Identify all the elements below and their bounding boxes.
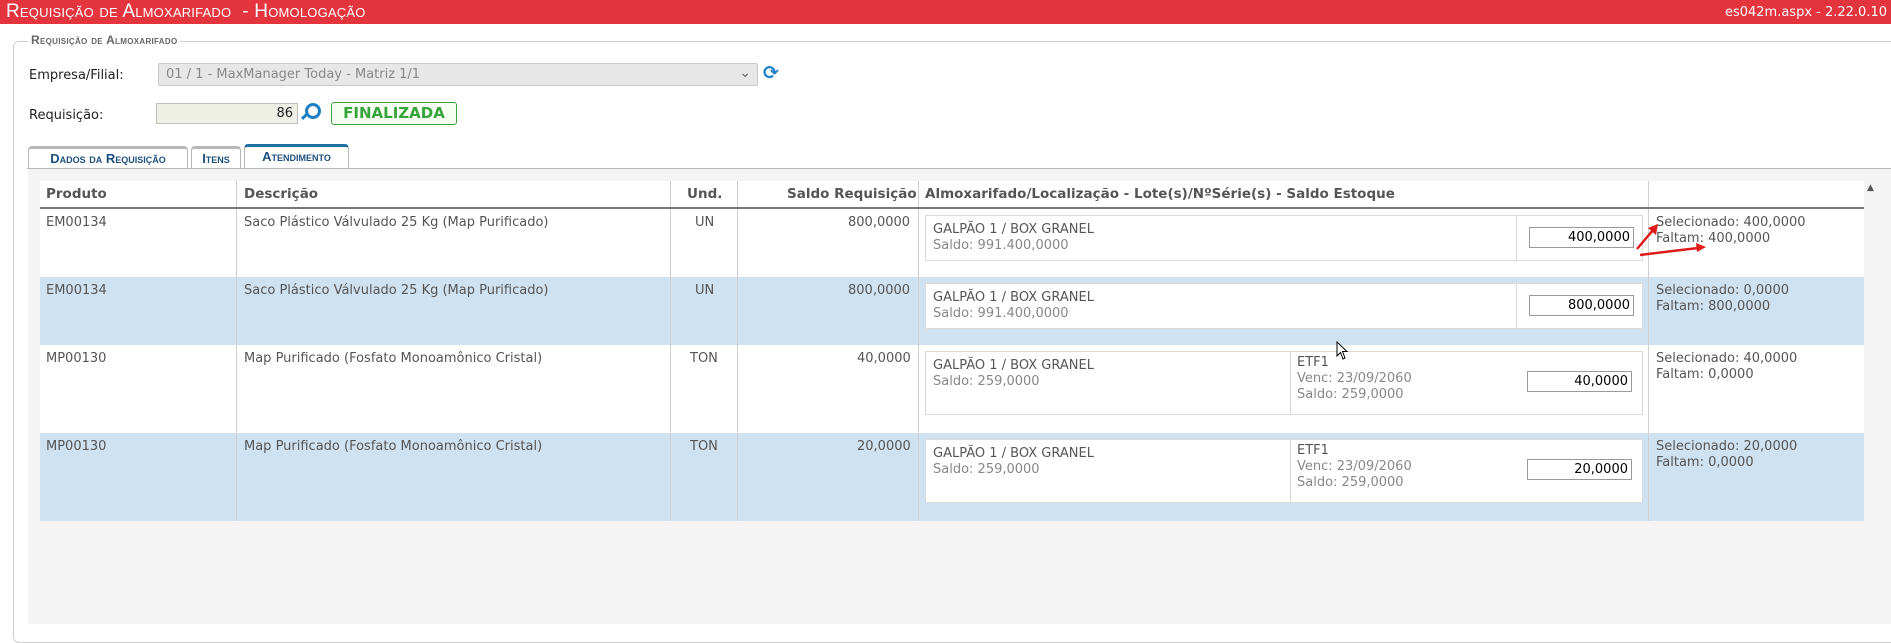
cell-und: TON <box>690 351 718 366</box>
location-saldo: Saldo: 991.400,0000 <box>933 306 1069 321</box>
location-box: GALPÃO 1 / BOX GRANEL Saldo: 991.400,000… <box>925 283 1643 329</box>
status-badge: FINALIZADA <box>331 102 457 125</box>
red-arrow-icon <box>1636 224 1706 257</box>
cell-descricao: Map Purificado (Fosfato Monoamônico Cris… <box>244 351 543 366</box>
cell-descricao: Saco Plástico Válvulado 25 Kg (Map Purif… <box>244 215 549 230</box>
header-descricao: Descrição <box>244 186 319 202</box>
lote-venc: Venc: 23/09/2060 <box>1297 459 1412 474</box>
table-row: MP00130 Map Purificado (Fosfato Monoamôn… <box>40 433 1864 521</box>
cell-und: TON <box>690 439 718 454</box>
scroll-up-icon[interactable]: ▲ <box>1867 183 1874 193</box>
title-bar: Requisição de Almoxarifado - Homologação… <box>0 0 1891 24</box>
cell-saldo: 40,0000 <box>857 351 911 366</box>
location-box: GALPÃO 1 / BOX GRANEL Saldo: 259,0000 ET… <box>925 351 1643 415</box>
tab-atendimento[interactable]: Atendimento <box>244 144 349 171</box>
cell-produto: MP00130 <box>46 351 107 366</box>
location-saldo: Saldo: 259,0000 <box>933 462 1040 477</box>
cell-saldo: 20,0000 <box>857 439 911 454</box>
cell-descricao: Map Purificado (Fosfato Monoamônico Cris… <box>244 439 543 454</box>
cell-produto: MP00130 <box>46 439 107 454</box>
table-header: Produto Descrição Und. Saldo Requisição … <box>40 181 1864 209</box>
selecionado-text: Selecionado: 40,0000 <box>1656 351 1798 366</box>
location-name: GALPÃO 1 / BOX GRANEL <box>933 290 1094 305</box>
window-title: Requisição de Almoxarifado - Homologação <box>6 1 366 22</box>
selecionado-text: Selecionado: 20,0000 <box>1656 439 1798 454</box>
faltam-text: Faltam: 0,0000 <box>1656 367 1754 382</box>
location-box: GALPÃO 1 / BOX GRANEL Saldo: 991.400,000… <box>925 215 1643 261</box>
location-saldo: Saldo: 991.400,0000 <box>933 238 1069 253</box>
chevron-down-icon: ⌄ <box>739 65 751 81</box>
quantity-input[interactable] <box>1527 459 1632 480</box>
location-name: GALPÃO 1 / BOX GRANEL <box>933 222 1094 237</box>
header-saldo: Saldo Requisição <box>787 186 917 202</box>
lote-saldo: Saldo: 259,0000 <box>1297 475 1404 490</box>
location-name: GALPÃO 1 / BOX GRANEL <box>933 446 1094 461</box>
vertical-scrollbar[interactable]: ▲ <box>1864 181 1878 624</box>
lote-info: ETF1 Venc: 23/09/2060 Saldo: 259,0000 <box>1297 443 1412 491</box>
cell-und: UN <box>695 215 715 230</box>
mouse-cursor-icon <box>1336 341 1349 360</box>
empresa-value: 01 / 1 - MaxManager Today - Matriz 1/1 <box>166 67 421 82</box>
lote-info: ETF1 Venc: 23/09/2060 Saldo: 259,0000 <box>1297 355 1412 403</box>
row-status: Selecionado: 40,0000 Faltam: 0,0000 <box>1656 351 1797 383</box>
location-saldo: Saldo: 259,0000 <box>933 374 1040 389</box>
requisicao-label: Requisição: <box>29 108 104 123</box>
empresa-label: Empresa/Filial: <box>29 68 124 83</box>
lote-name: ETF1 <box>1297 355 1329 370</box>
lote-name: ETF1 <box>1297 443 1329 458</box>
header-produto: Produto <box>46 186 107 202</box>
cell-descricao: Saco Plástico Válvulado 25 Kg (Map Purif… <box>244 283 549 298</box>
quantity-input[interactable] <box>1527 371 1632 392</box>
search-icon[interactable] <box>300 102 321 122</box>
cell-produto: EM00134 <box>46 283 107 298</box>
table-row: EM00134 Saco Plástico Válvulado 25 Kg (M… <box>40 209 1864 277</box>
row-status: Selecionado: 0,0000 Faltam: 800,0000 <box>1656 283 1789 315</box>
cell-produto: EM00134 <box>46 215 107 230</box>
location-box: GALPÃO 1 / BOX GRANEL Saldo: 259,0000 ET… <box>925 439 1643 503</box>
selecionado-text: Selecionado: 0,0000 <box>1656 283 1789 298</box>
requisicao-input[interactable] <box>156 103 298 124</box>
cell-saldo: 800,0000 <box>848 283 911 298</box>
form-legend: Requisição de Almoxarifado <box>28 33 181 47</box>
empresa-select[interactable]: 01 / 1 - MaxManager Today - Matriz 1/1 ⌄ <box>158 63 758 86</box>
refresh-icon[interactable]: ⟳ <box>763 62 779 84</box>
header-almoxarifado: Almoxarifado/Localização - Lote(s)/NºSér… <box>925 186 1395 202</box>
cell-saldo: 800,0000 <box>848 215 911 230</box>
quantity-input[interactable] <box>1529 295 1634 316</box>
lote-venc: Venc: 23/09/2060 <box>1297 371 1412 386</box>
row-status: Selecionado: 20,0000 Faltam: 0,0000 <box>1656 439 1797 471</box>
cell-und: UN <box>695 283 715 298</box>
faltam-text: Faltam: 800,0000 <box>1656 299 1771 314</box>
table-row: MP00130 Map Purificado (Fosfato Monoamôn… <box>40 345 1864 433</box>
lote-saldo: Saldo: 259,0000 <box>1297 387 1404 402</box>
header-und: Und. <box>687 186 723 202</box>
location-name: GALPÃO 1 / BOX GRANEL <box>933 358 1094 373</box>
version-label: es042m.aspx - 2.22.0.10 <box>1724 5 1887 20</box>
faltam-text: Faltam: 0,0000 <box>1656 455 1754 470</box>
table-row: EM00134 Saco Plástico Válvulado 25 Kg (M… <box>40 277 1864 345</box>
quantity-input[interactable] <box>1529 227 1634 248</box>
